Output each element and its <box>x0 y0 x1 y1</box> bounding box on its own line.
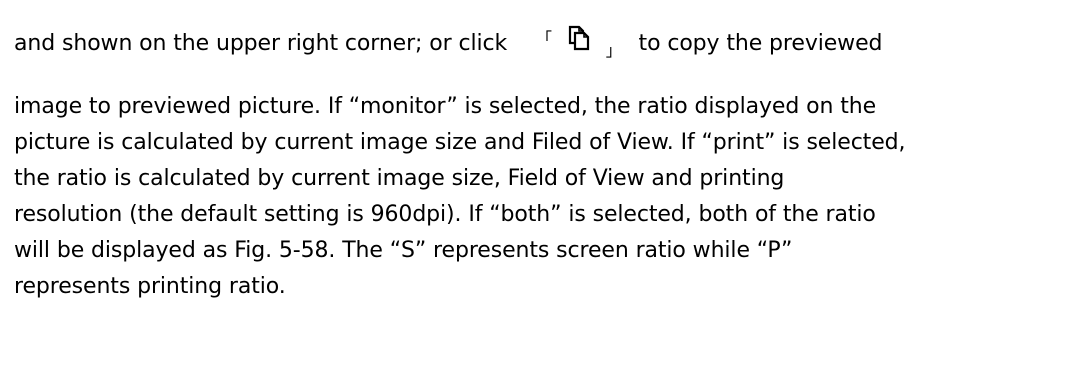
paragraph-line-5: resolution (the default setting is 960dp… <box>14 202 876 227</box>
paragraph-line-4: the ratio is calculated by current image… <box>14 166 785 191</box>
paragraph-line-6: will be displayed as Fig. 5-58. The “S” … <box>14 238 793 263</box>
paragraph-line-7: represents printing ratio. <box>14 274 286 299</box>
close-corner-bracket: 」 <box>605 41 622 60</box>
line-1-text-after: to copy the previewed <box>638 31 883 56</box>
paragraph-line-1: and shown on the upper right corner; or … <box>14 25 883 60</box>
copy-icon[interactable] <box>567 25 591 51</box>
line-1-text-before: and shown on the upper right corner; or … <box>14 31 508 56</box>
open-corner-bracket: 「 <box>536 29 552 48</box>
paragraph-line-3: picture is calculated by current image s… <box>14 130 906 155</box>
document-page: and shown on the upper right corner; or … <box>0 0 1077 365</box>
paragraph-line-2: image to previewed picture. If “monitor”… <box>14 94 876 119</box>
